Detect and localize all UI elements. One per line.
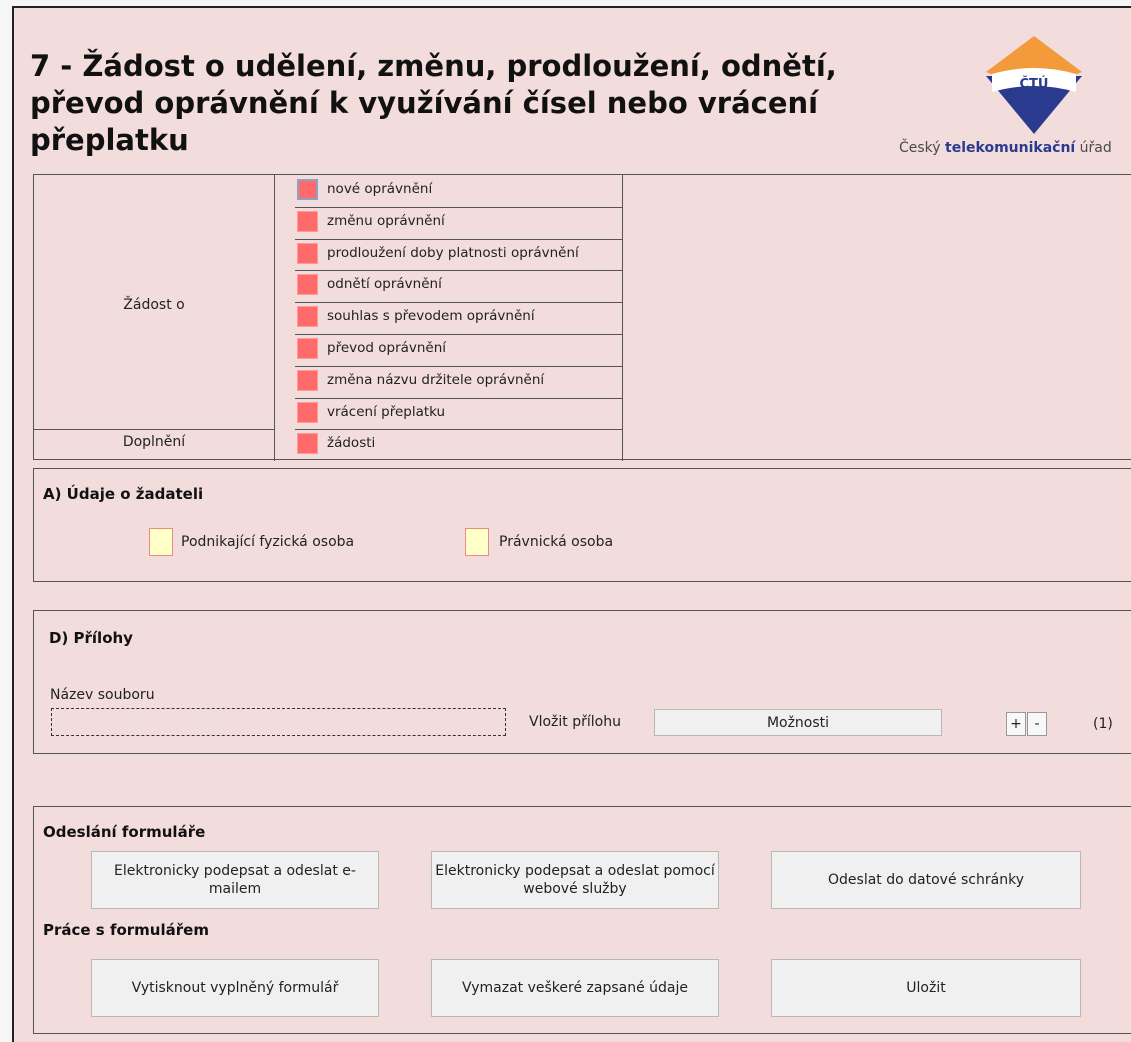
insert-attachment-label: Vložit přílohu: [529, 714, 621, 730]
request-option-row: vrácení přeplatku: [295, 398, 622, 428]
natural-person-label: Podnikající fyzická osoba: [181, 534, 355, 550]
request-label: Žádost o: [123, 297, 185, 313]
form-work-title: Práce s formulářem: [43, 921, 209, 939]
logo-caption-suffix: úřad: [1075, 140, 1112, 156]
page-title: 7 - Žádost o udělení, změnu, prodloužení…: [30, 49, 837, 157]
add-attachment-button[interactable]: +: [1006, 712, 1026, 736]
request-option-label: souhlas s převodem oprávnění: [327, 308, 535, 325]
column-divider: [274, 175, 275, 461]
submit-title: Odeslání formuláře: [43, 823, 206, 841]
clear-button[interactable]: Vymazat veškeré zapsané údaje: [431, 959, 719, 1017]
logo-caption: Český telekomunikační úřad: [899, 140, 1112, 156]
request-option-row: změnu oprávnění: [295, 207, 622, 237]
request-option-checkbox[interactable]: [297, 274, 318, 296]
form-page: 7 - Žádost o udělení, změnu, prodloužení…: [12, 6, 1131, 1042]
request-option-checkbox[interactable]: [297, 338, 318, 359]
logo-caption-prefix: Český: [899, 140, 946, 156]
column-divider: [622, 175, 623, 461]
legal-entity-label: Právnická osoba: [499, 534, 614, 550]
request-option-label: žádosti: [327, 435, 376, 452]
request-option-row: prodloužení doby platnosti oprávnění: [295, 239, 622, 269]
request-option-label: odnětí oprávnění: [327, 276, 442, 293]
sign-webservice-button[interactable]: Elektronicky podepsat a odeslat pomocí w…: [431, 851, 719, 909]
request-option-label: vrácení přeplatku: [327, 403, 446, 420]
filename-label: Název souboru: [50, 687, 155, 703]
request-option-checkbox[interactable]: [297, 306, 318, 328]
supplement-option-row: žádosti: [295, 429, 622, 459]
request-option-row: souhlas s převodem oprávnění: [295, 302, 622, 332]
send-datovka-button[interactable]: Odeslat do datové schránky: [771, 851, 1081, 909]
request-table: Žádost o Doplnění nové oprávnění změnu op…: [33, 174, 1131, 461]
row-divider: [34, 429, 274, 430]
request-option-label: nové oprávnění: [327, 181, 433, 197]
natural-person-checkbox[interactable]: [149, 528, 173, 556]
attachments-title: D) Přílohy: [49, 629, 133, 647]
request-option-checkbox[interactable]: [297, 369, 318, 391]
sign-email-button[interactable]: Elektronicky podepsat a odeslat e-mailem: [91, 851, 379, 909]
request-option-label: převod oprávnění: [327, 340, 447, 356]
request-option-checkbox[interactable]: [297, 401, 318, 423]
request-option-checkbox[interactable]: [297, 179, 318, 200]
remove-attachment-button[interactable]: -: [1027, 712, 1047, 736]
options-button[interactable]: Možnosti: [654, 709, 942, 736]
request-option-row: odnětí oprávnění: [295, 270, 622, 300]
request-option-row: převod oprávnění: [295, 334, 622, 364]
applicant-title: A) Údaje o žadateli: [43, 485, 204, 503]
request-option-row: změna názvu držitele oprávnění: [295, 366, 622, 396]
logo-caption-bold: telekomunikační: [945, 140, 1076, 156]
print-button[interactable]: Vytisknout vyplněný formulář: [91, 959, 379, 1017]
request-option-label: prodloužení doby platnosti oprávnění: [327, 244, 579, 261]
request-option-label: změnu oprávnění: [327, 212, 445, 229]
attachment-count: (1): [1093, 716, 1113, 732]
applicant-section: A) Údaje o žadateli Podnikající fyzická …: [33, 468, 1131, 582]
attachments-section: D) Přílohy Název souboru Vložit přílohu …: [33, 610, 1131, 754]
legal-entity-checkbox[interactable]: [465, 528, 489, 556]
save-button[interactable]: Uložit: [771, 959, 1081, 1017]
request-option-label: změna názvu držitele oprávnění: [327, 371, 545, 388]
submit-section: Odeslání formuláře Elektronicky podepsat…: [33, 806, 1131, 1034]
supplement-label: Doplnění: [122, 434, 186, 450]
filename-field[interactable]: [51, 708, 506, 736]
logo-emblem-text: ČTÚ: [1020, 76, 1049, 92]
request-option-checkbox[interactable]: [297, 433, 318, 455]
request-option-row: nové oprávnění: [295, 175, 622, 205]
request-option-checkbox[interactable]: [297, 242, 318, 264]
request-option-checkbox[interactable]: [297, 210, 318, 232]
